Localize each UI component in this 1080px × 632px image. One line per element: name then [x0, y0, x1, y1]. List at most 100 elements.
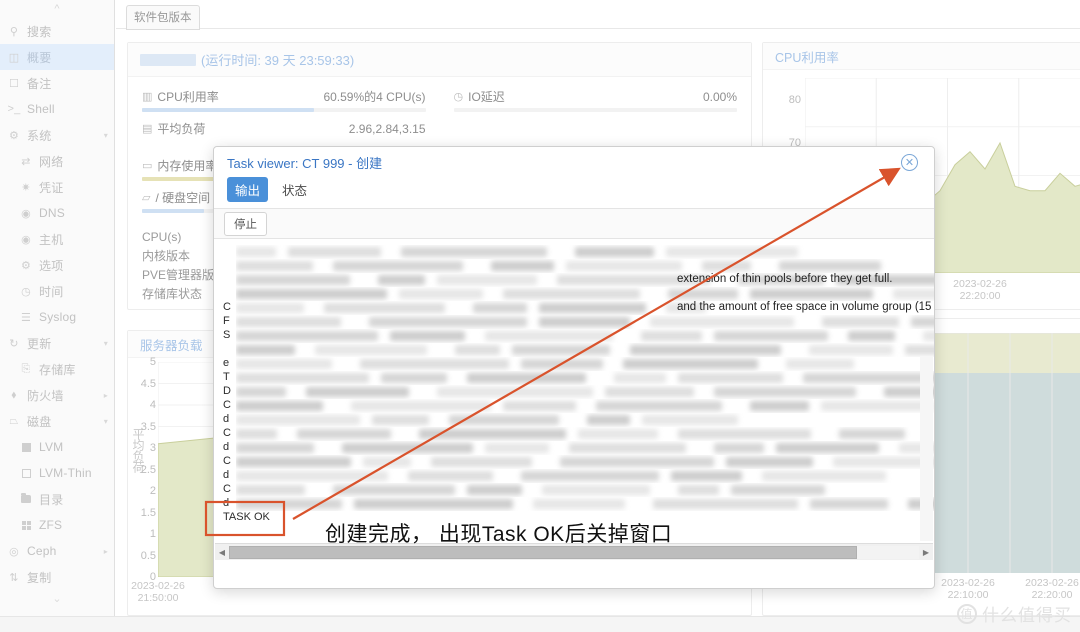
sidebar-item-目录[interactable]: 目录 [0, 486, 114, 512]
sidebar-item-防火墙[interactable]: ⬧ 防火墙▸ [0, 382, 114, 408]
sidebar-item-label: 概要 [27, 49, 114, 66]
sidebar-item-lvm[interactable]: LVM [0, 434, 114, 460]
caret-left-icon[interactable]: ◀ [215, 548, 229, 557]
sidebar-expand-chevron[interactable]: ⌄ [0, 590, 114, 606]
sidebar-item-label: 系统 [27, 127, 104, 144]
log-line: C [214, 399, 934, 413]
redacted-log-content [236, 315, 934, 329]
close-circle-icon[interactable]: ✕ [901, 154, 918, 171]
sidebar-item-label: LVM [39, 440, 114, 454]
sidebar-item-dns[interactable]: ◉ DNS [0, 200, 114, 226]
log-line: F [214, 315, 934, 329]
sidebar-item-label: DNS [39, 206, 114, 220]
folder-icon [18, 495, 34, 503]
chevron-icon[interactable]: ▸ [104, 547, 114, 556]
options-icon: ⚙ [18, 259, 34, 272]
redacted-hostname [140, 54, 196, 66]
zfs-icon [18, 521, 34, 530]
load-icon: ▤ [142, 122, 152, 135]
log-line: C [214, 483, 934, 497]
sidebar-item-概要[interactable]: ◫ 概要 [0, 44, 114, 70]
sidebar-item-网络[interactable]: ⇄网络 [0, 148, 114, 174]
chevron-icon[interactable]: ▾ [104, 417, 114, 426]
log-line: T [214, 371, 934, 385]
redacted-log-content [236, 455, 934, 469]
sidebar-item-更新[interactable]: ↻更新▾ [0, 330, 114, 356]
log-line [214, 245, 934, 259]
bottom-strip [0, 616, 1080, 632]
redacted-log-content [236, 399, 934, 413]
x-tick: 2023-02-2622:20:00 [1025, 577, 1079, 601]
watermark-mark: 值 [957, 604, 977, 624]
log-line: d [214, 413, 934, 427]
dns-icon: ◉ [18, 207, 34, 220]
log-line: Cand the amount of free space in volume … [214, 301, 934, 315]
redacted-log-content [236, 483, 934, 497]
task-viewer-title: Task viewer: CT 999 - 创建 [214, 147, 934, 176]
shield-icon: ⬧ [6, 389, 22, 402]
summary-icon: ◫ [6, 51, 22, 64]
redacted-log-content [236, 343, 934, 357]
sidebar-item-备注[interactable]: ☐备注 [0, 70, 114, 96]
sidebar-item-选项[interactable]: ⚙选项 [0, 252, 114, 278]
sidebar-item-搜索[interactable]: ⚲搜索 [0, 18, 114, 44]
sidebar-item-label: 时间 [39, 283, 114, 300]
log-line: S [214, 329, 934, 343]
log-line-prefix: C [223, 483, 231, 495]
disk-icon: ⏢ [6, 415, 22, 428]
memory-usage-label: 内存使用率 [157, 157, 217, 174]
lvm-thin-icon [18, 469, 34, 478]
log-line: d [214, 441, 934, 455]
log-line [214, 287, 934, 301]
log-line: d [214, 469, 934, 483]
redacted-log-content [236, 413, 934, 427]
log-readable-text: extension of thin pools before they get … [677, 273, 892, 285]
log-line: C [214, 427, 934, 441]
chevron-icon[interactable]: ▾ [104, 131, 114, 140]
task-viewer-log[interactable]: extension of thin pools before they get … [214, 239, 934, 561]
stop-button[interactable]: 停止 [224, 212, 267, 236]
dialog-tab-status[interactable]: 状态 [274, 177, 315, 202]
y-tick: 4 [128, 399, 156, 411]
shell-icon: >_ [6, 103, 22, 115]
sidebar-item-凭证[interactable]: ✷凭证 [0, 174, 114, 200]
log-line-prefix: C [223, 399, 231, 411]
sidebar-item-磁盘[interactable]: ⏢磁盘▾ [0, 408, 114, 434]
task-viewer-toolbar: 停止 [214, 208, 934, 239]
sidebar-item-ceph[interactable]: ◎Ceph▸ [0, 538, 114, 564]
log-vertical-scrollbar[interactable] [920, 357, 933, 541]
redacted-log-content [236, 287, 934, 301]
chevron-icon[interactable]: ▸ [104, 391, 114, 400]
sidebar-item-shell[interactable]: >_Shell [0, 96, 114, 122]
tab-package-versions[interactable]: 软件包版本 [126, 5, 200, 30]
log-line: e [214, 357, 934, 371]
sidebar-item-存储库[interactable]: ⎘存储库 [0, 356, 114, 382]
caret-right-icon[interactable]: ▶ [919, 548, 933, 557]
cpu-usage-bar [142, 108, 426, 112]
sidebar-item-主机[interactable]: ◉主机 [0, 226, 114, 252]
log-line-prefix: e [223, 357, 229, 369]
load-average-row: ▤ 平均负荷 2.96,2.84,3.15 [142, 119, 426, 138]
log-line-prefix: TASK OK [223, 511, 270, 523]
sidebar-item-label: 备注 [27, 75, 114, 92]
dialog-tab-output[interactable]: 输出 [227, 177, 268, 202]
redacted-log-content [236, 329, 934, 343]
cpu-usage-value: 60.59%的4 CPU(s) [323, 88, 425, 105]
sidebar-item-系统[interactable]: ⚙系统▾ [0, 122, 114, 148]
sidebar-collapse-chevron[interactable]: ^ [0, 0, 114, 18]
sidebar-item-label: 存储库 [39, 361, 114, 378]
disk-usage-label: / 硬盘空间 [155, 189, 210, 206]
sidebar-item-lvm-thin[interactable]: LVM-Thin [0, 460, 114, 486]
sidebar-item-label: 更新 [27, 335, 104, 352]
chevron-icon[interactable]: ▾ [104, 339, 114, 348]
log-line [214, 343, 934, 357]
sidebar-item-zfs[interactable]: ZFS [0, 512, 114, 538]
sidebar-item-label: 网络 [39, 153, 114, 170]
sidebar-item-syslog[interactable]: ☰Syslog [0, 304, 114, 330]
io-delay-row: ◷ IO延迟 0.00% [454, 87, 738, 106]
replication-icon: ⇅ [6, 571, 22, 584]
cpu-icon: ▥ [142, 90, 152, 103]
sidebar-item-时间[interactable]: ◷时间 [0, 278, 114, 304]
sidebar-item-复制[interactable]: ⇅复制 [0, 564, 114, 590]
sidebar-item-label: 防火墙 [27, 387, 104, 404]
